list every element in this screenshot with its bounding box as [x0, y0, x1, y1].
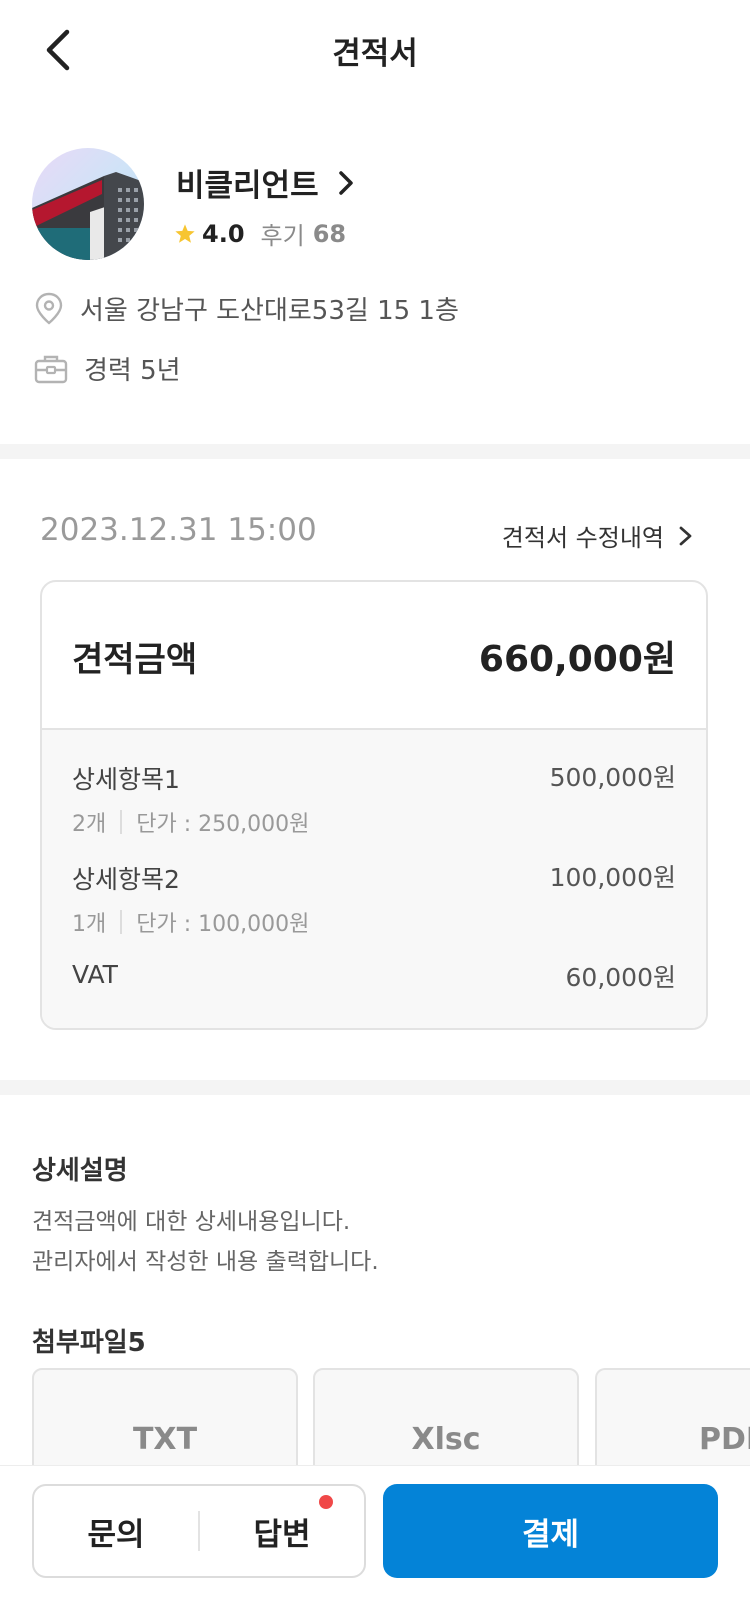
item-qty: 1개	[72, 912, 107, 937]
vendor-photo	[32, 148, 144, 260]
inquiry-label: 문의	[87, 1516, 145, 1553]
location-pin-icon	[35, 292, 63, 325]
item-price: 60,000원	[565, 963, 676, 992]
item-price: 100,000원	[549, 863, 676, 892]
vendor-name: 비클리언트	[176, 168, 319, 204]
attachments-title: 첨부파일5	[32, 1328, 146, 1358]
top-app-bar: 견적서	[0, 0, 750, 104]
item-detail-separator	[120, 910, 123, 934]
item-detail: 1개 단가 : 100,000원	[72, 906, 309, 938]
quote-items: 상세항목1 500,000원 2개 단가 : 250,000원 상세항목2 10…	[42, 730, 706, 1028]
description-line: 관리자에서 작성한 내용 출력합니다.	[32, 1249, 379, 1275]
description-line: 견적금액에 대한 상세내용입니다.	[32, 1209, 351, 1235]
item-name: 상세항목1	[72, 765, 180, 794]
item-price: 500,000원	[549, 763, 676, 792]
item-qty: 2개	[72, 812, 107, 837]
rating-value: 4.0	[202, 219, 245, 248]
item-detail: 2개 단가 : 250,000원	[72, 806, 309, 838]
section-divider	[0, 444, 750, 459]
inquiry-button[interactable]: 문의	[34, 1509, 198, 1554]
answer-label: 답변	[253, 1516, 311, 1553]
item-name: VAT	[72, 960, 118, 989]
briefcase-icon	[34, 355, 68, 383]
review-label: 후기	[260, 222, 305, 250]
inquiry-answer-group: 문의 답변	[32, 1484, 366, 1578]
description-title: 상세설명	[32, 1156, 128, 1186]
address-row: 서울 강남구 도산대로53길 15 1층	[34, 290, 459, 327]
review-count: 68	[312, 219, 347, 248]
item-detail-separator	[120, 810, 123, 834]
quote-history-link[interactable]: 견적서 수정내역	[502, 518, 696, 553]
career-text: 경력 5년	[84, 356, 181, 386]
page-title: 견적서	[332, 36, 418, 72]
quote-total-label: 견적금액	[72, 640, 198, 680]
pay-button[interactable]: 결제	[383, 1484, 718, 1578]
notification-dot	[318, 1494, 333, 1509]
rating-row: 4.0 후기 68	[174, 216, 346, 251]
star-icon	[175, 223, 195, 243]
avatar	[32, 148, 144, 260]
quote-date: 2023.12.31 15:00	[40, 512, 317, 548]
section-divider	[0, 1080, 750, 1095]
chevron-right-icon	[679, 526, 692, 545]
item-unit-price: 단가 : 250,000원	[136, 812, 310, 837]
quote-card: 견적금액 660,000원 상세항목1 500,000원 2개 단가 : 250…	[40, 580, 708, 1030]
quote-history-label: 견적서 수정내역	[501, 524, 664, 552]
chevron-right-icon	[338, 170, 353, 195]
answer-button[interactable]: 답변	[200, 1494, 364, 1554]
address-text: 서울 강남구 도산대로53길 15 1층	[80, 296, 459, 326]
vendor-name-link[interactable]: 비클리언트	[176, 160, 359, 205]
quote-total-amount: 660,000원	[478, 639, 676, 680]
item-name: 상세항목2	[72, 865, 180, 894]
item-unit-price: 단가 : 100,000원	[136, 912, 310, 937]
quote-total-row: 견적금액 660,000원	[42, 582, 706, 730]
career-row: 경력 5년	[34, 350, 181, 387]
